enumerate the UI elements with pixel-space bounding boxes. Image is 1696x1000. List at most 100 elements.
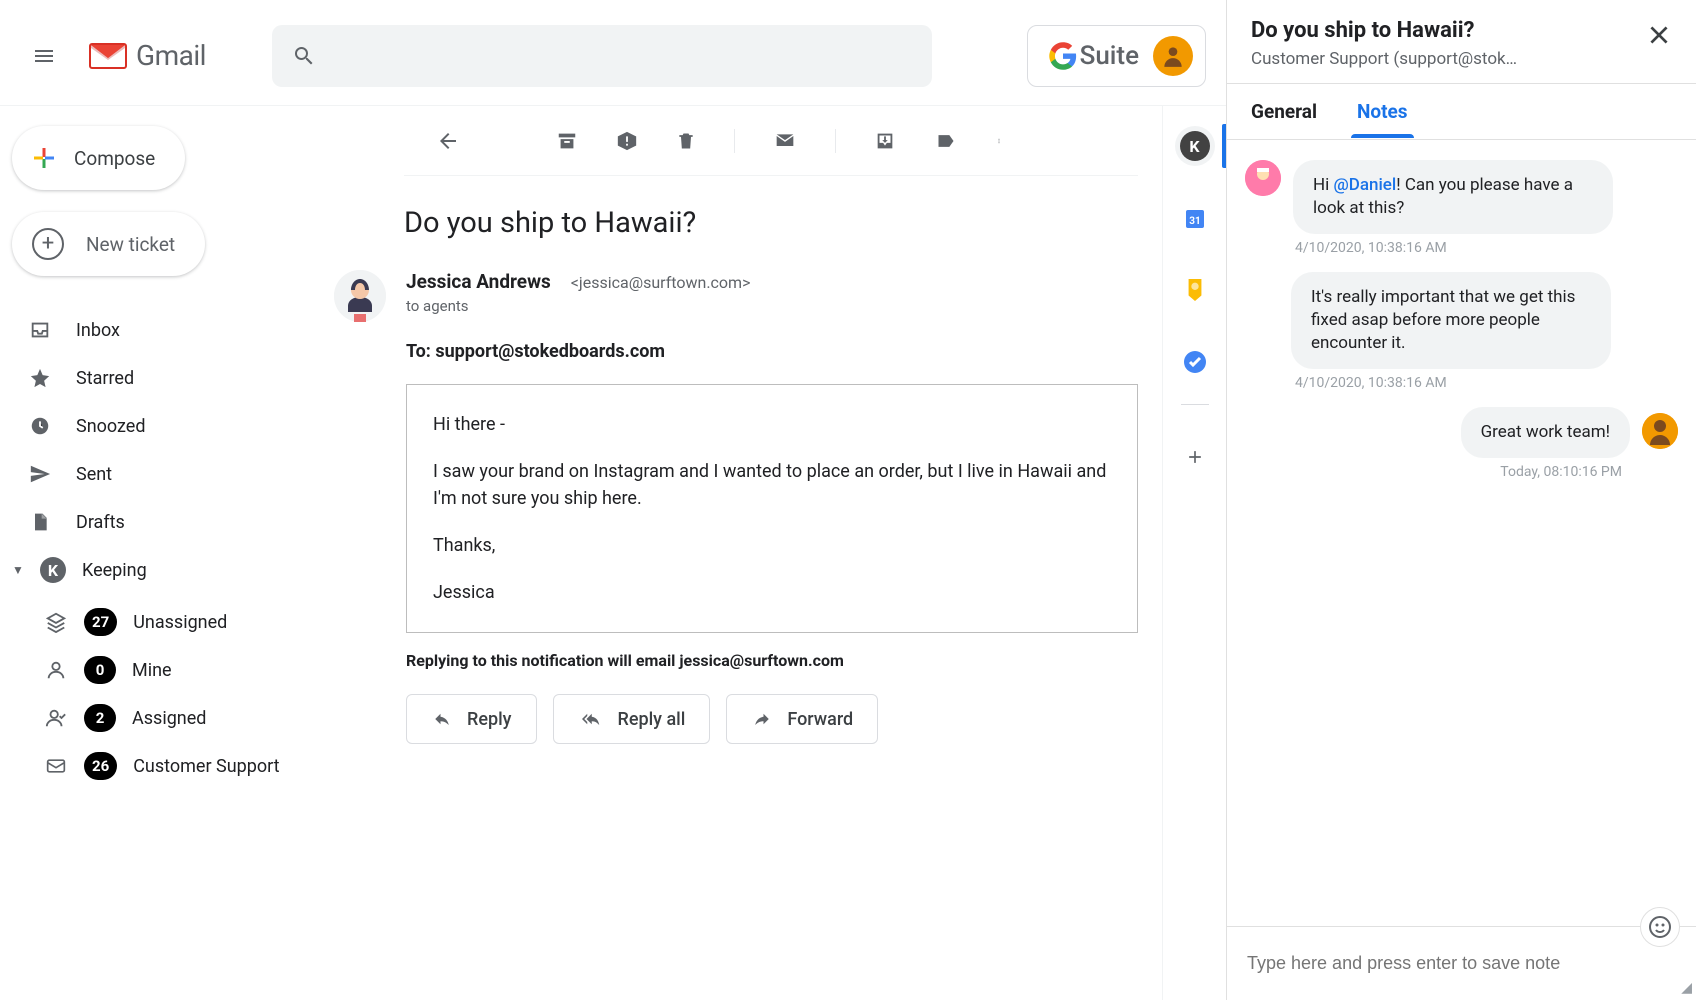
mark-unread-button[interactable]: [773, 131, 797, 151]
reply-notice: Replying to this notification will email…: [406, 651, 1138, 670]
email-to-line: To: support@stokedboards.com: [406, 341, 1138, 362]
notes-feed: Hi @Daniel! Can you please have a look a…: [1227, 140, 1696, 926]
gsuite-badge[interactable]: Suite: [1027, 25, 1206, 87]
avatar-female-icon: [334, 270, 386, 322]
new-ticket-label: New ticket: [86, 233, 175, 256]
search-icon: [292, 44, 316, 68]
panel-title: Do you ship to Hawaii?: [1251, 18, 1632, 43]
mail-outline-icon: [44, 756, 68, 776]
more-button[interactable]: [996, 130, 1002, 152]
plus-multicolor-icon: [32, 146, 56, 170]
delete-button[interactable]: [676, 130, 696, 152]
rail-keeping[interactable]: K: [1175, 126, 1215, 166]
starred-label: Starred: [76, 368, 134, 389]
new-ticket-button[interactable]: + New ticket: [12, 212, 205, 276]
sidebar-item-customer-support[interactable]: 26 Customer Support: [0, 742, 320, 790]
rail-active-indicator: [1222, 124, 1226, 168]
archive-button[interactable]: [556, 130, 578, 152]
file-icon: [28, 510, 52, 534]
note-timestamp: 4/10/2020, 10:38:16 AM: [1295, 240, 1678, 256]
back-button[interactable]: [436, 129, 460, 153]
sidebar-item-inbox[interactable]: Inbox: [0, 306, 320, 354]
customer-support-count: 26: [84, 752, 117, 780]
note-input[interactable]: [1247, 953, 1676, 974]
sidebar-item-starred[interactable]: Starred: [0, 354, 320, 402]
keeping-rail-icon: K: [1180, 131, 1210, 161]
note-timestamp: Today, 08:10:16 PM: [1245, 464, 1622, 480]
close-icon: [1646, 22, 1672, 48]
notes-panel: Do you ship to Hawaii? Customer Support …: [1226, 0, 1696, 1000]
plus-icon: [1185, 447, 1205, 467]
tab-general[interactable]: General: [1251, 86, 1317, 137]
reply-all-label: Reply all: [618, 709, 686, 730]
separator: [734, 129, 735, 153]
sidebar-item-drafts[interactable]: Drafts: [0, 498, 320, 546]
gmail-logo-icon: [88, 40, 128, 72]
compose-button[interactable]: Compose: [12, 126, 185, 190]
tab-notes[interactable]: Notes: [1357, 86, 1408, 137]
svg-text:31: 31: [1189, 216, 1200, 227]
sender-email: <jessica@surftown.com>: [571, 273, 751, 292]
sidebar-item-unassigned[interactable]: 27 Unassigned: [0, 598, 320, 646]
resize-grip-icon[interactable]: ◢: [1681, 980, 1692, 996]
gmail-brand-text: Gmail: [136, 39, 206, 72]
assigned-label: Assigned: [132, 708, 206, 729]
note-item: Great work team!: [1245, 407, 1678, 458]
email-subject: Do you ship to Hawaii?: [404, 206, 1138, 240]
note-text: Hi @Daniel! Can you please have a look a…: [1293, 160, 1613, 234]
addon-rail: K 31: [1162, 106, 1226, 1000]
star-icon: [28, 366, 52, 390]
body-p4: Jessica: [433, 579, 1111, 606]
email-body: Hi there - I saw your brand on Instagram…: [406, 384, 1138, 633]
report-spam-button[interactable]: [616, 130, 638, 152]
sidebar: Compose + New ticket Inbox Starred: [0, 106, 320, 1000]
account-avatar[interactable]: [1153, 36, 1193, 76]
reply-icon: [431, 710, 453, 728]
panel-close-button[interactable]: [1642, 18, 1676, 52]
labels-button[interactable]: [934, 131, 958, 151]
reply-button[interactable]: Reply: [406, 694, 537, 744]
sent-label: Sent: [76, 464, 112, 485]
unassigned-count: 27: [84, 608, 117, 636]
person-icon: [1160, 43, 1186, 69]
gmail-logo[interactable]: Gmail: [88, 39, 206, 72]
note-timestamp: 4/10/2020, 10:38:16 AM: [1295, 375, 1678, 391]
rail-keep[interactable]: [1175, 270, 1215, 310]
rail-tasks[interactable]: [1175, 342, 1215, 382]
sender-avatar[interactable]: [334, 270, 386, 322]
rail-calendar[interactable]: 31: [1175, 198, 1215, 238]
body-p2: I saw your brand on Instagram and I want…: [433, 458, 1111, 512]
unassigned-label: Unassigned: [133, 612, 227, 633]
sidebar-item-mine[interactable]: 0 Mine: [0, 646, 320, 694]
rail-add[interactable]: [1175, 437, 1215, 477]
move-to-inbox-button[interactable]: [874, 130, 896, 152]
body-p1: Hi there -: [433, 411, 1111, 438]
sidebar-item-keeping[interactable]: ▼ K Keeping: [0, 546, 320, 594]
sidebar-item-assigned[interactable]: 2 Assigned: [0, 694, 320, 742]
mine-label: Mine: [132, 660, 172, 681]
email-toolbar: [404, 106, 1138, 176]
main-menu-button[interactable]: [20, 32, 68, 80]
sidebar-item-snoozed[interactable]: Snoozed: [0, 402, 320, 450]
sidebar-item-sent[interactable]: Sent: [0, 450, 320, 498]
emoji-button[interactable]: [1640, 907, 1680, 947]
person-check-icon: [44, 707, 68, 729]
separator: [835, 129, 836, 153]
assigned-count: 2: [84, 704, 116, 732]
customer-support-label: Customer Support: [133, 756, 279, 777]
body-p3: Thanks,: [433, 532, 1111, 559]
note-text: It's really important that we get this f…: [1291, 272, 1611, 369]
forward-icon: [751, 710, 773, 728]
gsuite-logo: Suite: [1048, 41, 1139, 71]
reply-all-button[interactable]: Reply all: [553, 694, 711, 744]
mention[interactable]: @Daniel: [1333, 175, 1396, 195]
layers-icon: [44, 611, 68, 633]
inbox-label: Inbox: [76, 320, 120, 341]
keep-icon: [1184, 277, 1206, 303]
email-pane: Do you ship to Hawaii? Jessica Andrews <…: [320, 106, 1162, 1000]
compose-label: Compose: [74, 147, 155, 170]
forward-label: Forward: [787, 709, 853, 730]
calendar-icon: 31: [1183, 206, 1207, 230]
forward-button[interactable]: Forward: [726, 694, 878, 744]
search-bar[interactable]: [272, 25, 932, 87]
